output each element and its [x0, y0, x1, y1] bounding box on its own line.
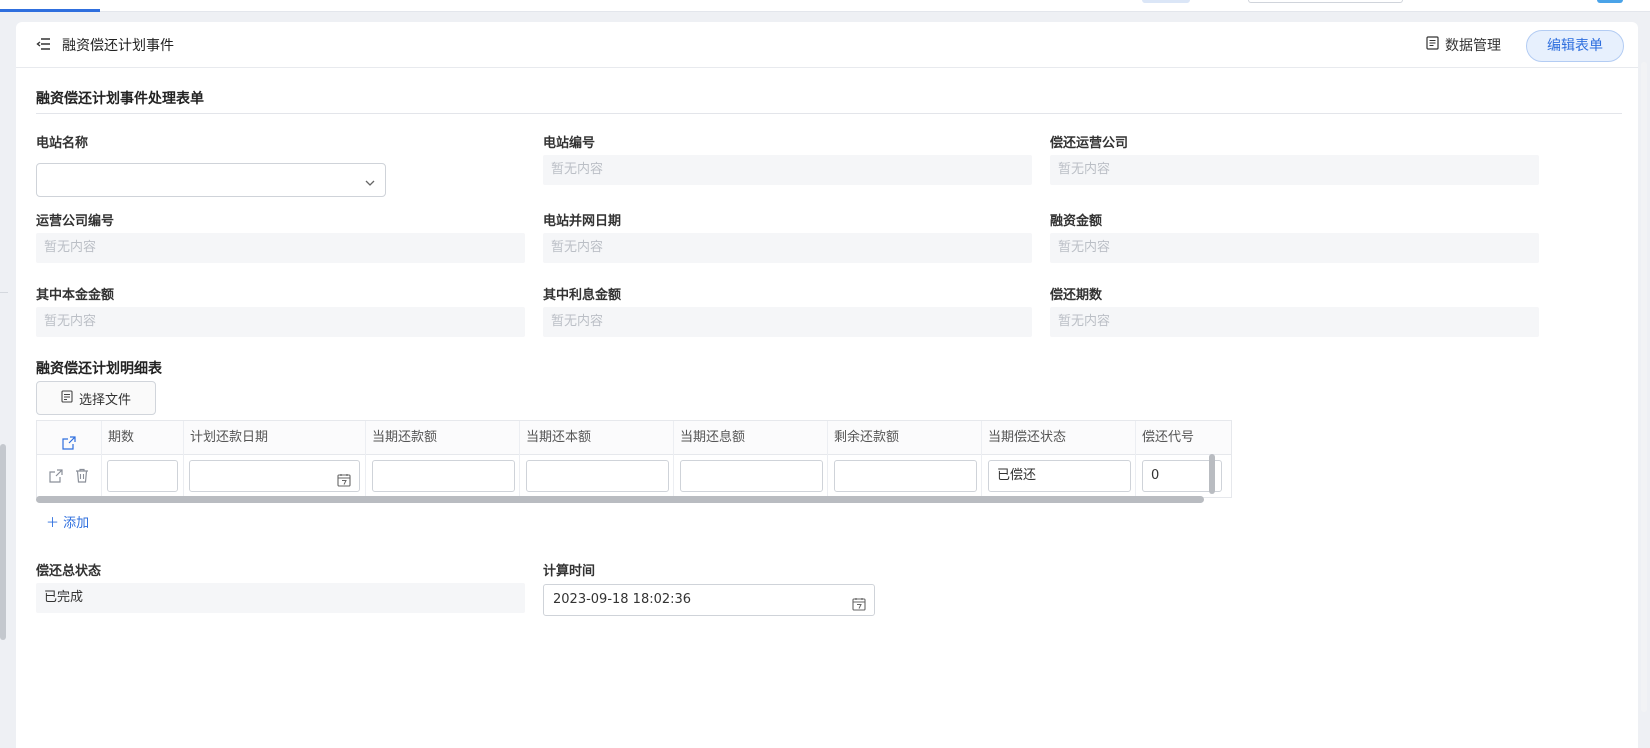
data-management-label: 数据管理: [1445, 38, 1501, 54]
grid-date-label: 电站并网日期: [543, 214, 622, 229]
nav-pill[interactable]: [1142, 0, 1190, 3]
repay-input[interactable]: [372, 460, 515, 492]
total-status-label: 偿还总状态: [36, 564, 102, 579]
company-code-field: 暂无内容: [36, 233, 525, 263]
form-title: 融资偿还计划事件处理表单: [36, 91, 204, 107]
repay-periods-field: 暂无内容: [1050, 307, 1539, 337]
choose-file-button[interactable]: 选择文件: [36, 381, 156, 415]
column-header-period: 期数: [102, 421, 184, 455]
station-code-label: 电站编号: [543, 136, 596, 151]
header-action-cell: [37, 421, 102, 455]
repay-company-label: 偿还运营公司: [1050, 136, 1129, 151]
divider: [0, 292, 8, 293]
column-header-interest: 当期还息额: [674, 421, 828, 455]
horizontal-scrollbar[interactable]: [36, 496, 1204, 503]
card-header: 融资偿还计划事件 数据管理 编辑表单: [16, 22, 1638, 68]
column-header-principal: 当期还本额: [520, 421, 674, 455]
calendar-icon[interactable]: [337, 469, 351, 487]
right-gutter: [1638, 12, 1650, 748]
principal-amount-label: 其中本金金额: [36, 288, 115, 303]
finance-amount-field: 暂无内容: [1050, 233, 1539, 263]
trash-icon[interactable]: [75, 468, 89, 487]
station-name-label: 电站名称: [36, 136, 89, 151]
period-cell: [102, 455, 184, 497]
remaining-input[interactable]: [834, 460, 977, 492]
row-action-cell: [37, 455, 102, 497]
repay-periods-label: 偿还期数: [1050, 288, 1103, 303]
interest-amount-label: 其中利息金额: [543, 288, 622, 303]
interest-cell: [674, 455, 828, 497]
vertical-scrollbar[interactable]: [0, 444, 6, 640]
column-header-code: 偿还代号: [1142, 430, 1195, 445]
file-icon: [61, 389, 73, 407]
add-row-button[interactable]: ＋ 添加: [46, 512, 89, 531]
remaining-cell: [828, 455, 982, 497]
calc-time-label: 计算时间: [543, 564, 596, 579]
detail-table: 期数 计划还款日期 当期还款额 当期还本额 当期还息额 剩余还款额 当期偿还状态…: [36, 420, 1232, 498]
open-row-icon[interactable]: [49, 469, 63, 487]
principal-amount-field: 暂无内容: [36, 307, 525, 337]
status-input[interactable]: 已偿还: [988, 460, 1131, 492]
plan-date-cell: [184, 455, 366, 497]
search-input[interactable]: [1248, 0, 1403, 3]
period-input[interactable]: [107, 460, 178, 492]
station-name-select[interactable]: [36, 163, 386, 197]
data-management-button[interactable]: 数据管理: [1426, 35, 1501, 55]
edit-form-button[interactable]: 编辑表单: [1526, 30, 1624, 62]
document-icon: [1426, 36, 1439, 54]
status-cell: 已偿还: [982, 455, 1136, 497]
calc-time-value: 2023-09-18 18:02:36: [553, 592, 692, 607]
interest-amount-field: 暂无内容: [543, 307, 1032, 337]
grid-date-field: 暂无内容: [543, 233, 1032, 263]
plus-icon: ＋: [46, 516, 60, 531]
calendar-icon[interactable]: [852, 593, 866, 611]
choose-file-label: 选择文件: [78, 392, 131, 408]
divider: [36, 113, 1622, 114]
column-header-repay: 当期还款额: [366, 421, 520, 455]
form-card: 融资偿还计划事件 数据管理 编辑表单 融资偿还计划事件处理表单 电站名称 电站编…: [16, 22, 1638, 748]
interest-input[interactable]: [680, 460, 823, 492]
table-vertical-scrollbar[interactable]: [1209, 454, 1215, 494]
repay-cell: [366, 455, 520, 497]
table-header: 期数 计划还款日期 当期还款额 当期还本额 当期还息额 剩余还款额 当期偿还状态…: [37, 421, 1231, 455]
page-scrollbar[interactable]: [1641, 62, 1647, 712]
left-gutter: [0, 12, 16, 748]
column-header-plan-date: 计划还款日期: [184, 421, 366, 455]
detail-table-title: 融资偿还计划明细表: [36, 361, 162, 377]
finance-amount-label: 融资金额: [1050, 214, 1103, 229]
collapse-menu-icon[interactable]: [36, 36, 52, 52]
calc-time-input[interactable]: 2023-09-18 18:02:36: [543, 584, 875, 616]
plan-date-input[interactable]: [189, 460, 360, 492]
chevron-down-icon: [365, 176, 375, 186]
column-header-status: 当期偿还状态: [982, 421, 1136, 455]
add-row-label: 添加: [63, 516, 90, 531]
page-title: 融资偿还计划事件: [62, 38, 174, 54]
avatar[interactable]: [1597, 0, 1623, 3]
company-code-label: 运营公司编号: [36, 214, 115, 229]
table-row: 已偿还 0: [37, 455, 1231, 497]
principal-input[interactable]: [526, 460, 669, 492]
top-nav-bar: [0, 0, 1650, 12]
principal-cell: [520, 455, 674, 497]
station-code-field: 暂无内容: [543, 155, 1032, 185]
column-header-remaining: 剩余还款额: [828, 421, 982, 455]
repay-company-field: 暂无内容: [1050, 155, 1539, 185]
code-cell: 0: [1136, 455, 1231, 497]
total-status-field: 已完成: [36, 583, 525, 613]
